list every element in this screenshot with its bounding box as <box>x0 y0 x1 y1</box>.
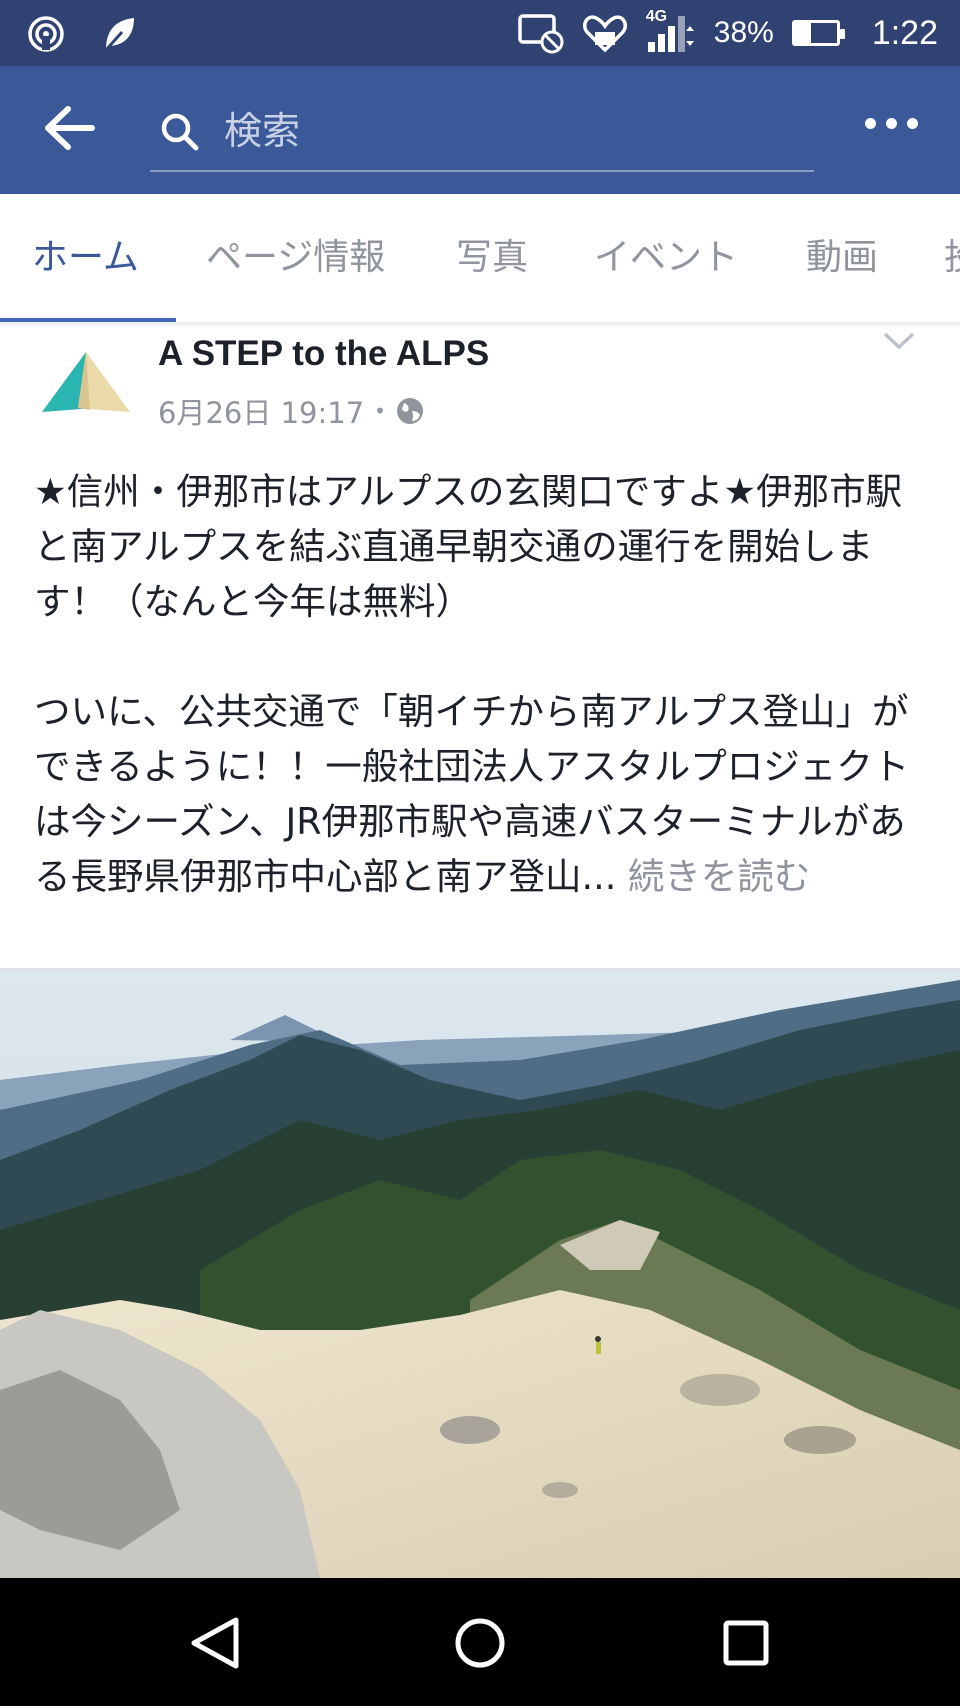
page-name[interactable]: A STEP to the ALPS <box>158 334 489 374</box>
tab-photos[interactable]: 写真 <box>456 194 528 322</box>
clock: 1:22 <box>871 13 938 52</box>
tab-posts[interactable]: 投 <box>944 194 960 322</box>
signal-icon <box>647 16 694 52</box>
back-triangle-icon[interactable] <box>180 1608 250 1678</box>
hotspot-icon <box>28 16 64 52</box>
meta-separator: • <box>374 399 386 423</box>
tab-videos[interactable]: 動画 <box>806 194 878 322</box>
globe-icon <box>396 398 423 424</box>
top-app-bar <box>0 66 960 194</box>
post-paragraph-1: ★信州・伊那市はアルプスの玄関口ですよ★伊那市駅と南アルプスを結ぶ直通早朝交通の… <box>34 470 903 623</box>
tabs-shadow <box>0 322 960 328</box>
tab-page-info[interactable]: ページ情報 <box>206 194 385 322</box>
post-paragraph-2: ついに、公共交通で「朝イチから南アルプス登山」ができるように！！一般社団法人アス… <box>34 684 934 904</box>
search-bar[interactable] <box>150 90 814 172</box>
back-arrow-icon <box>45 106 95 150</box>
search-icon <box>161 113 199 151</box>
page-tabs: ホーム ページ情報 写真 イベント 動画 投 <box>0 194 960 323</box>
tab-home[interactable]: ホーム <box>32 194 139 322</box>
leaf-icon <box>104 18 134 51</box>
more-options-button[interactable] <box>865 118 918 129</box>
tab-events[interactable]: イベント <box>594 194 738 322</box>
battery-icon <box>791 20 845 46</box>
home-circle-icon[interactable] <box>445 1608 515 1678</box>
post-body: ★信州・伊那市はアルプスの玄関口ですよ★伊那市駅と南アルプスを結ぶ直通早朝交通の… <box>34 464 934 904</box>
back-button[interactable] <box>44 106 104 156</box>
battery-percentage: 38% <box>713 16 774 49</box>
more-dots-icon <box>865 118 876 129</box>
post-header: A STEP to the ALPS 6月26日 19:17 • <box>0 330 960 440</box>
post-meta: 6月26日 19:17 • <box>158 390 424 432</box>
search-input[interactable] <box>222 100 786 162</box>
chevron-down-icon[interactable] <box>882 330 916 352</box>
status-bar: 4G 38% 1:22 <box>0 0 960 66</box>
post-photo-mountains[interactable] <box>0 970 960 1578</box>
cast-off-icon <box>518 14 564 54</box>
see-more-link[interactable]: 続きを読む <box>628 855 811 898</box>
recents-square-icon[interactable] <box>711 1608 781 1678</box>
page-avatar[interactable] <box>38 338 134 434</box>
heart-mail-icon <box>582 15 627 53</box>
post-date[interactable]: 6月26日 19:17 <box>158 390 364 432</box>
system-nav-bar <box>0 1578 960 1706</box>
